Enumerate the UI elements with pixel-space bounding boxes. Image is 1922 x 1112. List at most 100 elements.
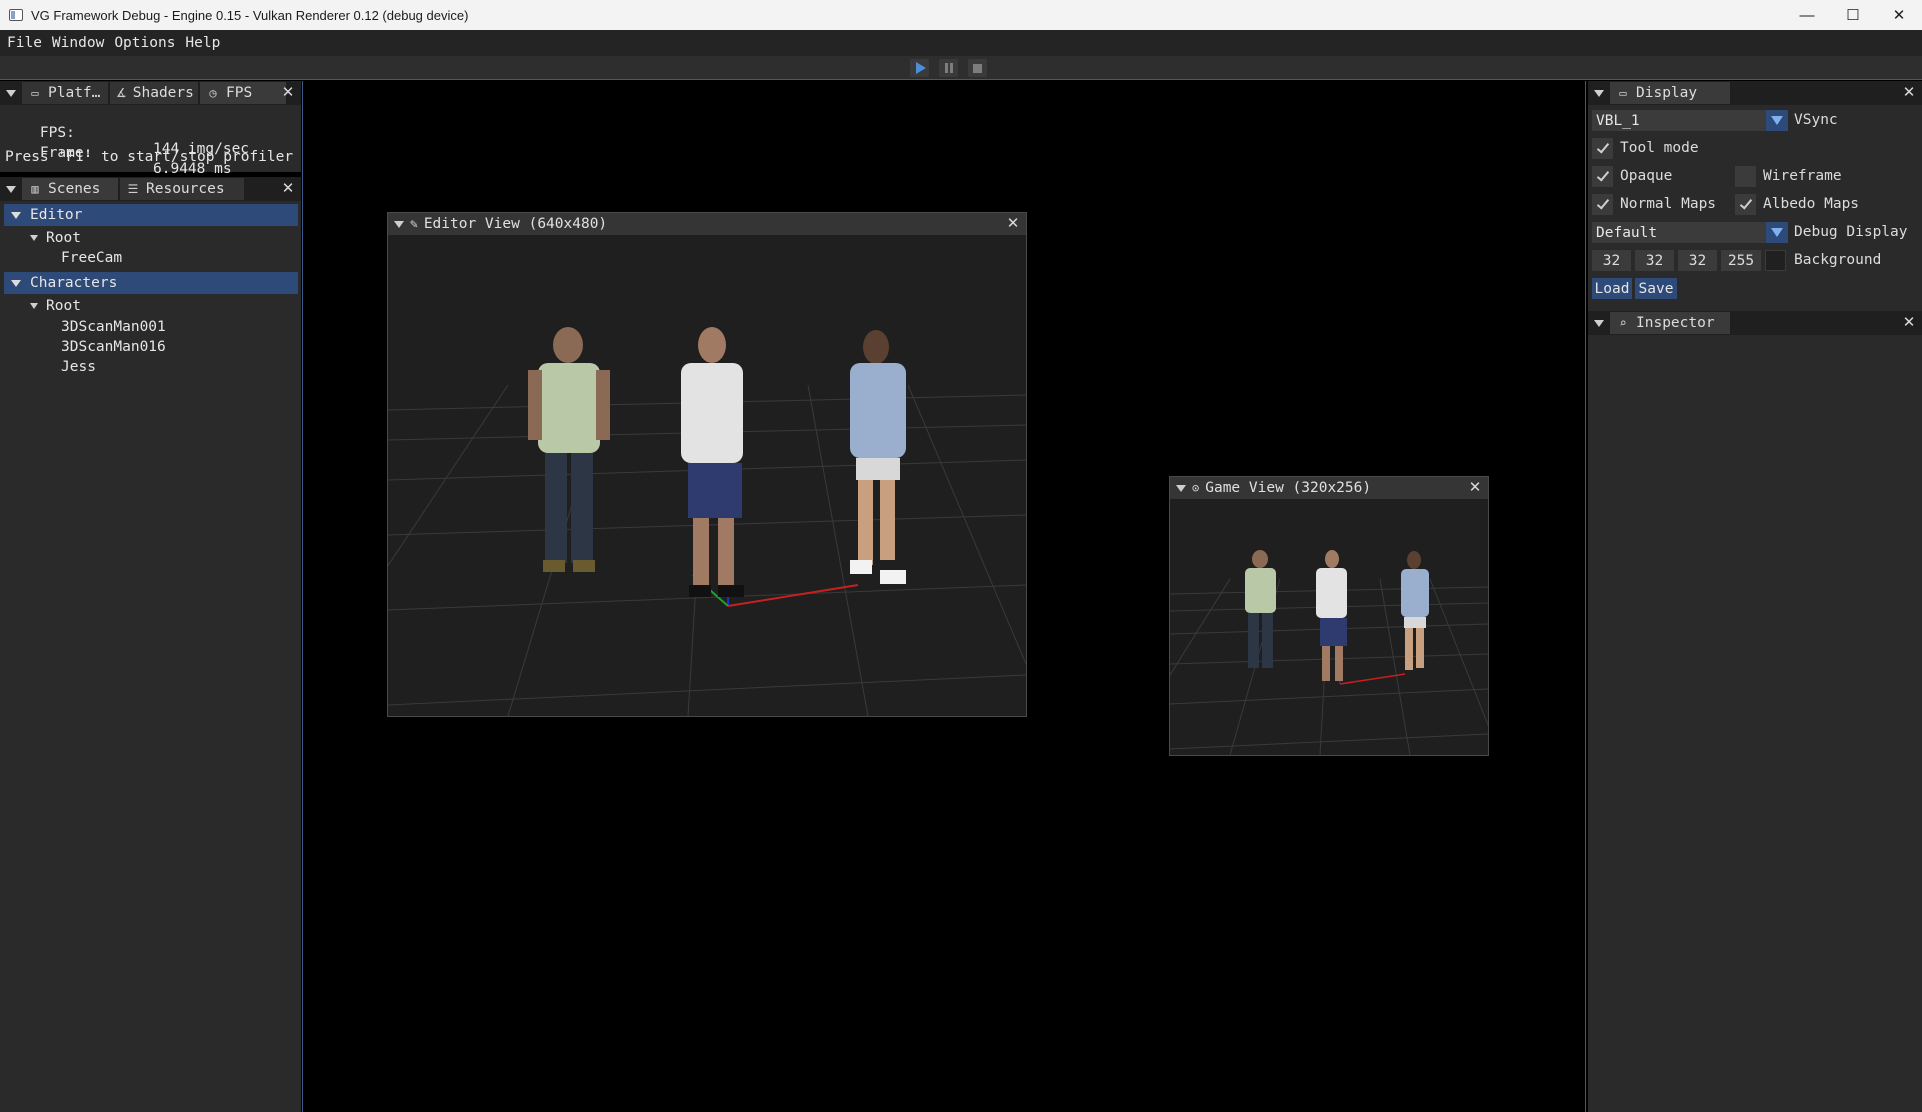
close-icon[interactable]: ✕ — [1468, 480, 1482, 495]
editor-view-title: Editor View (640x480) — [423, 216, 608, 232]
collapse-icon[interactable] — [1594, 319, 1604, 327]
tab-fps-label: FPS — [226, 85, 253, 101]
collapse-icon[interactable] — [1594, 89, 1604, 97]
close-window-button[interactable]: ✕ — [1876, 0, 1922, 30]
tree-node-3dscanman001[interactable]: 3DScanMan001 — [61, 319, 166, 335]
opaque-label: Opaque — [1620, 168, 1673, 184]
background-b-field[interactable]: 32 — [1678, 250, 1717, 271]
expand-icon — [30, 303, 38, 309]
fps-panel: ▭ Platf… ∡ Shaders ◷ FPS ✕ FPS: 144 img/… — [0, 81, 301, 177]
tree-node-editor[interactable]: Editor — [4, 204, 298, 226]
edit-icon: ✎ — [410, 216, 418, 232]
editor-scene-render[interactable] — [388, 235, 1026, 716]
menu-options[interactable]: Options — [114, 35, 175, 51]
tab-shaders-label: Shaders — [132, 85, 194, 101]
monitor-icon: ▭ — [1619, 86, 1627, 100]
display-panel-tabbar: ▭ Display ✕ — [1588, 81, 1922, 105]
tree-node-characters-root[interactable]: Root — [28, 298, 81, 314]
game-view-titlebar[interactable]: ⊙ Game View (320x256) ✕ — [1170, 477, 1488, 499]
editor-view-titlebar[interactable]: ✎ Editor View (640x480) ✕ — [388, 213, 1026, 235]
editor-view-window[interactable]: ✎ Editor View (640x480) ✕ — [387, 212, 1027, 717]
play-icon — [915, 62, 926, 74]
play-button[interactable] — [910, 59, 929, 77]
playback-toolbar — [0, 56, 1922, 80]
tree-node-editor-root[interactable]: Root — [28, 230, 81, 246]
save-button[interactable]: Save — [1635, 278, 1677, 299]
expand-icon — [11, 279, 21, 287]
menu-file[interactable]: File — [7, 35, 42, 51]
minimize-button[interactable]: — — [1784, 0, 1830, 30]
collapse-icon[interactable] — [1176, 484, 1186, 492]
tree-node-jess[interactable]: Jess — [61, 359, 96, 375]
tab-scenes[interactable]: ▥ Scenes — [22, 178, 118, 200]
close-icon[interactable]: ✕ — [1006, 216, 1020, 231]
menu-bar: File Window Options Help — [0, 30, 1922, 56]
vsync-value: VBL_1 — [1596, 112, 1640, 129]
albedo-maps-checkbox[interactable] — [1735, 194, 1756, 215]
stop-icon — [973, 63, 982, 73]
opaque-checkbox[interactable] — [1592, 166, 1613, 187]
chevron-down-icon — [1771, 228, 1783, 237]
tree-node-3dscanman016[interactable]: 3DScanMan016 — [61, 339, 166, 355]
menu-window[interactable]: Window — [52, 35, 104, 51]
tab-display[interactable]: ▭ Display — [1610, 82, 1730, 104]
menu-help[interactable]: Help — [185, 35, 220, 51]
display-panel: ▭ Display ✕ VBL_1 VSync Tool mode Opaque… — [1588, 81, 1922, 311]
stopwatch-icon: ◷ — [209, 86, 217, 100]
dropdown-button[interactable] — [1766, 222, 1788, 243]
collapse-icon[interactable] — [6, 89, 16, 97]
close-icon[interactable]: ✕ — [1902, 315, 1916, 330]
albedo-maps-label: Albedo Maps — [1763, 196, 1860, 212]
expand-icon — [30, 235, 38, 241]
tab-platform-label: Platf… — [48, 85, 101, 101]
tab-resources[interactable]: ☰ Resources — [120, 178, 244, 200]
background-g-field[interactable]: 32 — [1635, 250, 1674, 271]
game-scene-render[interactable] — [1170, 499, 1488, 755]
tool-mode-checkbox[interactable] — [1592, 138, 1613, 159]
tree-node-characters[interactable]: Characters — [4, 272, 298, 294]
stack-icon: ☰ — [127, 182, 139, 196]
pause-button[interactable] — [939, 59, 958, 77]
tab-platform[interactable]: ▭ Platf… — [22, 82, 108, 104]
collapse-icon[interactable] — [394, 220, 404, 228]
tab-shaders[interactable]: ∡ Shaders — [110, 82, 198, 104]
dropdown-button[interactable] — [1766, 110, 1788, 131]
debug-display-value: Default — [1596, 224, 1658, 241]
background-r-field[interactable]: 32 — [1592, 250, 1631, 271]
app-icon — [9, 9, 23, 21]
tab-scenes-label: Scenes — [48, 181, 101, 197]
stop-button[interactable] — [968, 59, 987, 77]
close-icon[interactable]: ✕ — [1902, 85, 1916, 100]
tab-fps[interactable]: ◷ FPS — [200, 82, 286, 104]
tree-node-freecam[interactable]: FreeCam — [61, 250, 122, 266]
game-view-window[interactable]: ⊙ Game View (320x256) ✕ — [1169, 476, 1489, 756]
tab-resources-label: Resources — [146, 181, 225, 197]
load-button[interactable]: Load — [1592, 278, 1632, 299]
scenes-panel-tabbar: ▥ Scenes ☰ Resources ✕ — [0, 177, 301, 201]
vsync-label: VSync — [1794, 112, 1838, 128]
inspector-panel-tabbar: ⌕ Inspector ✕ — [1588, 311, 1922, 335]
game-view-title: Game View (320x256) — [1205, 480, 1372, 496]
close-icon[interactable]: ✕ — [281, 85, 295, 100]
wireframe-label: Wireframe — [1763, 168, 1842, 184]
checkmark-icon — [1596, 140, 1609, 154]
close-icon[interactable]: ✕ — [281, 181, 295, 196]
map-icon: ▥ — [31, 182, 39, 196]
monitor-icon: ▭ — [31, 86, 39, 100]
profiler-hint: Press 'F1' to start/stop profiler — [5, 149, 294, 165]
tab-inspector[interactable]: ⌕ Inspector — [1610, 312, 1730, 334]
debug-display-select[interactable]: Default — [1592, 222, 1788, 243]
search-icon: ⌕ — [1619, 316, 1627, 330]
normal-maps-checkbox[interactable] — [1592, 194, 1613, 215]
maximize-button[interactable]: ☐ — [1830, 0, 1876, 30]
background-color-swatch[interactable] — [1765, 250, 1786, 271]
background-a-field[interactable]: 255 — [1721, 250, 1761, 271]
tree-node-characters-label: Characters — [30, 275, 118, 291]
wireframe-checkbox[interactable] — [1735, 166, 1756, 187]
main-viewport[interactable]: ✎ Editor View (640x480) ✕ ⊙ Game View (3… — [302, 81, 1586, 1112]
chevron-down-icon — [1771, 116, 1783, 125]
vsync-select[interactable]: VBL_1 — [1592, 110, 1788, 131]
collapse-icon[interactable] — [6, 185, 16, 193]
normal-maps-label: Normal Maps — [1620, 196, 1717, 212]
debug-display-label: Debug Display — [1794, 224, 1908, 240]
